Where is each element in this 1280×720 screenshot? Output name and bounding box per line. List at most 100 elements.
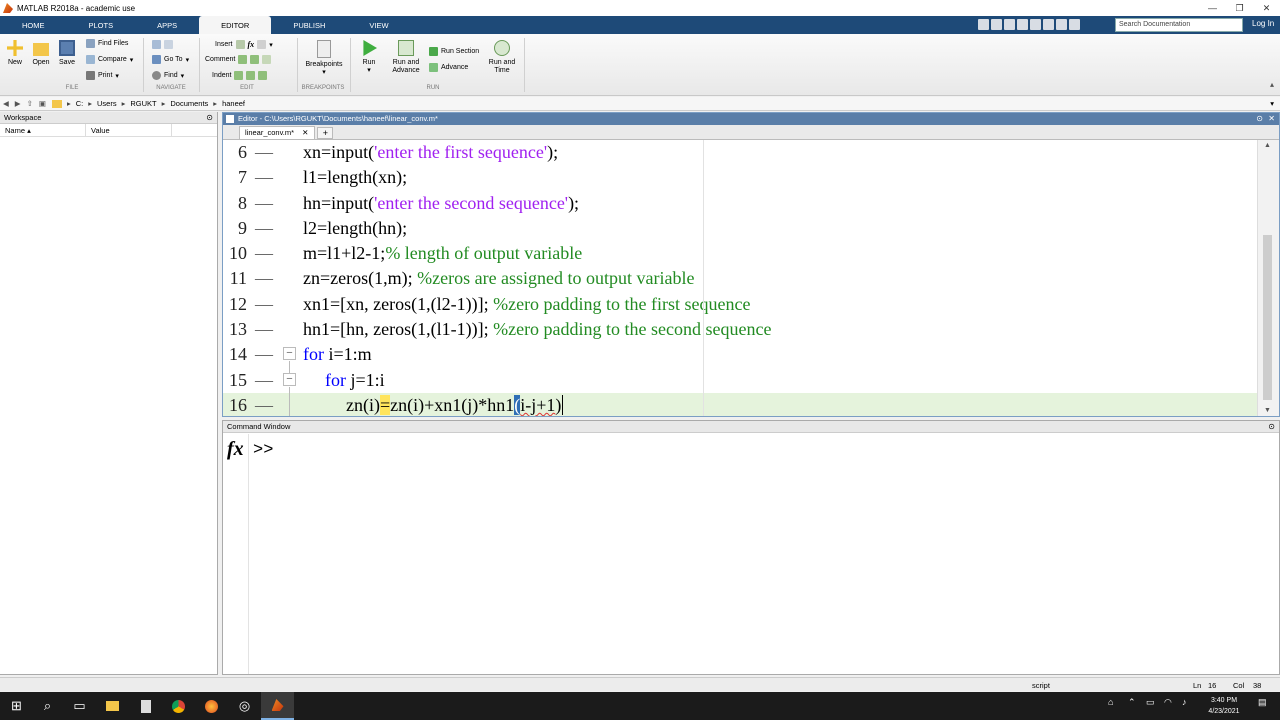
code-line[interactable]: 6 — xn=input('enter the first sequence'); — [223, 140, 1257, 165]
new-button[interactable]: New — [6, 40, 24, 67]
task-view-icon[interactable]: ▭ — [63, 692, 96, 720]
code-text[interactable]: hn1=[hn, zeros(1,(l1-1))]; %zero padding… — [303, 317, 772, 342]
help-icon[interactable] — [1069, 19, 1080, 30]
indent-button[interactable]: Indent — [212, 71, 268, 80]
switch-windows-icon[interactable] — [1056, 19, 1067, 30]
line-number[interactable]: 14 — [223, 342, 247, 367]
start-windows-icon[interactable]: ⊞ — [0, 692, 33, 720]
line-number[interactable]: 15 — [223, 368, 247, 393]
scroll-down-icon[interactable]: ▼ — [1264, 407, 1271, 414]
code-text[interactable]: m=l1+l2-1;% length of output variable — [303, 241, 582, 266]
wifi-icon[interactable]: ◠ — [1164, 697, 1172, 708]
panel-actions-icon[interactable]: ⊙ — [1256, 113, 1263, 125]
column-name[interactable]: Name ▴ — [0, 124, 86, 136]
taskbar-clock[interactable]: 3:40 PM 4/23/2021 — [1200, 695, 1248, 717]
line-number[interactable]: 10 — [223, 241, 247, 266]
breadcrumb-c[interactable]: C: — [76, 99, 84, 108]
code-fold-icon[interactable]: − — [283, 347, 296, 361]
run-and-advance-button[interactable]: Run and Advance — [388, 40, 424, 75]
line-number[interactable]: 12 — [223, 292, 247, 317]
login-link[interactable]: Log In — [1252, 19, 1274, 28]
calculator-icon[interactable] — [129, 692, 162, 720]
line-number[interactable]: 16 — [223, 393, 247, 416]
tab-linear-conv[interactable]: linear_conv.m* ✕ — [239, 126, 316, 139]
undo-quick-icon[interactable] — [1030, 19, 1041, 30]
code-line[interactable]: 15 — − for j=1:i — [223, 368, 1257, 393]
chrome-icon[interactable] — [162, 692, 195, 720]
comment-button[interactable]: Comment — [205, 55, 272, 64]
breadcrumb-haneef[interactable]: haneef — [222, 99, 245, 108]
battery-icon[interactable]: ▭ — [1146, 697, 1155, 708]
open-button[interactable]: Open — [32, 40, 50, 67]
code-text[interactable]: zn=zeros(1,m); %zeros are assigned to ou… — [303, 266, 695, 291]
save-button[interactable]: Save — [58, 40, 76, 67]
go-to-button[interactable]: Go To ▾ — [152, 55, 189, 64]
line-number[interactable]: 6 — [223, 140, 247, 165]
breakpoint-dash-icon[interactable]: — — [255, 292, 273, 317]
print-button[interactable]: Print ▾ — [86, 71, 119, 80]
code-text[interactable]: for j=1:i — [325, 368, 385, 393]
breadcrumb-rgukt[interactable]: RGUKT — [130, 99, 156, 108]
notifications-icon[interactable]: ▤ — [1258, 697, 1267, 708]
code-line[interactable]: 11 — zn=zeros(1,m); %zeros are assigned to… — [223, 266, 1257, 291]
file-explorer-icon[interactable] — [96, 692, 129, 720]
restore-button[interactable]: ❐ — [1226, 0, 1253, 16]
code-text[interactable]: for i=1:m — [303, 342, 372, 367]
scroll-up-icon[interactable]: ▲ — [1264, 142, 1271, 149]
panel-actions-icon[interactable]: ⊙ — [206, 112, 213, 124]
tab-plots[interactable]: PLOTS — [67, 16, 136, 34]
code-text[interactable]: l2=length(hn); — [303, 216, 407, 241]
search-icon[interactable]: ⌕ — [31, 692, 64, 720]
line-number[interactable]: 11 — [223, 266, 247, 291]
copy-quick-icon[interactable] — [1004, 19, 1015, 30]
redo-quick-icon[interactable] — [1043, 19, 1054, 30]
paste-quick-icon[interactable] — [1017, 19, 1028, 30]
code-line[interactable]: 8 — hn=input('enter the second sequence'); — [223, 191, 1257, 216]
panel-actions-icon[interactable]: ⊙ — [1268, 421, 1275, 433]
forward-arrow-icon[interactable]: ▶ — [15, 99, 21, 108]
breakpoint-dash-icon[interactable]: — — [255, 241, 273, 266]
hidden-icons-chevron-icon[interactable]: ⌃ — [1128, 697, 1136, 708]
line-number[interactable]: 9 — [223, 216, 247, 241]
tab-publish[interactable]: PUBLISH — [271, 16, 347, 34]
run-and-time-button[interactable]: Run and Time — [486, 40, 518, 75]
function-browser-icon[interactable]: fx — [227, 438, 244, 461]
close-editor-icon[interactable]: ✕ — [1268, 113, 1275, 125]
up-folder-icon[interactable]: ⇧ — [27, 99, 33, 108]
code-text[interactable]: xn=input('enter the first sequence'); — [303, 140, 558, 165]
matlab-taskbar-icon[interactable] — [261, 692, 294, 720]
line-number[interactable]: 8 — [223, 191, 247, 216]
code-line[interactable]: 16—zn(i)=zn(i)+xn1(j)*hn1(i-j+1)​ — [223, 392, 1257, 416]
breadcrumb-documents[interactable]: Documents — [170, 99, 208, 108]
line-number[interactable]: 7 — [223, 165, 247, 190]
save-quick-icon[interactable] — [978, 19, 989, 30]
compare-button[interactable]: Compare ▾ — [86, 55, 133, 64]
back-arrow-icon[interactable]: ◀ — [3, 99, 9, 108]
tab-view[interactable]: VIEW — [347, 16, 410, 34]
code-fold-icon[interactable]: − — [283, 372, 296, 386]
code-area[interactable]: 6— xn=input('enter the first sequence'); 7… — [223, 140, 1257, 416]
column-value[interactable]: Value — [86, 124, 172, 136]
line-number[interactable]: 13 — [223, 317, 247, 342]
code-line[interactable]: 7 — l1=length(xn); — [223, 165, 1257, 190]
search-documentation-input[interactable]: Search Documentation — [1115, 18, 1243, 32]
close-button[interactable]: ✕ — [1253, 0, 1280, 16]
tab-editor[interactable]: EDITOR — [199, 16, 272, 34]
network-icon[interactable]: ⌂ — [1108, 697, 1113, 707]
find-files-button[interactable]: Find Files — [86, 39, 128, 48]
code-text[interactable]: xn1=[xn, zeros(1,(l2-1))]; %zero padding… — [303, 292, 751, 317]
tab-home[interactable]: HOME — [0, 16, 67, 34]
code-line[interactable]: 9 — l2=length(hn); — [223, 216, 1257, 241]
volume-icon[interactable]: ♪ — [1182, 697, 1187, 707]
code-text[interactable]: l1=length(xn); — [303, 165, 407, 190]
minimize-button[interactable]: — — [1199, 0, 1226, 16]
run-section-button[interactable]: Run Section — [429, 47, 479, 56]
new-tab-button[interactable]: + — [317, 127, 334, 139]
breakpoint-dash-icon[interactable]: — — [255, 393, 273, 416]
collapse-ribbon-icon[interactable]: ▴ — [1270, 80, 1274, 89]
firefox-icon[interactable] — [195, 692, 228, 720]
editor-vertical-scrollbar[interactable]: ▲ ▼ — [1257, 140, 1279, 416]
run-button[interactable]: Run ▾ — [358, 40, 380, 75]
code-line[interactable]: 10 — m=l1+l2-1;% length of output variable — [223, 241, 1257, 266]
code-line[interactable]: 14 — − for i=1:m — [223, 342, 1257, 367]
